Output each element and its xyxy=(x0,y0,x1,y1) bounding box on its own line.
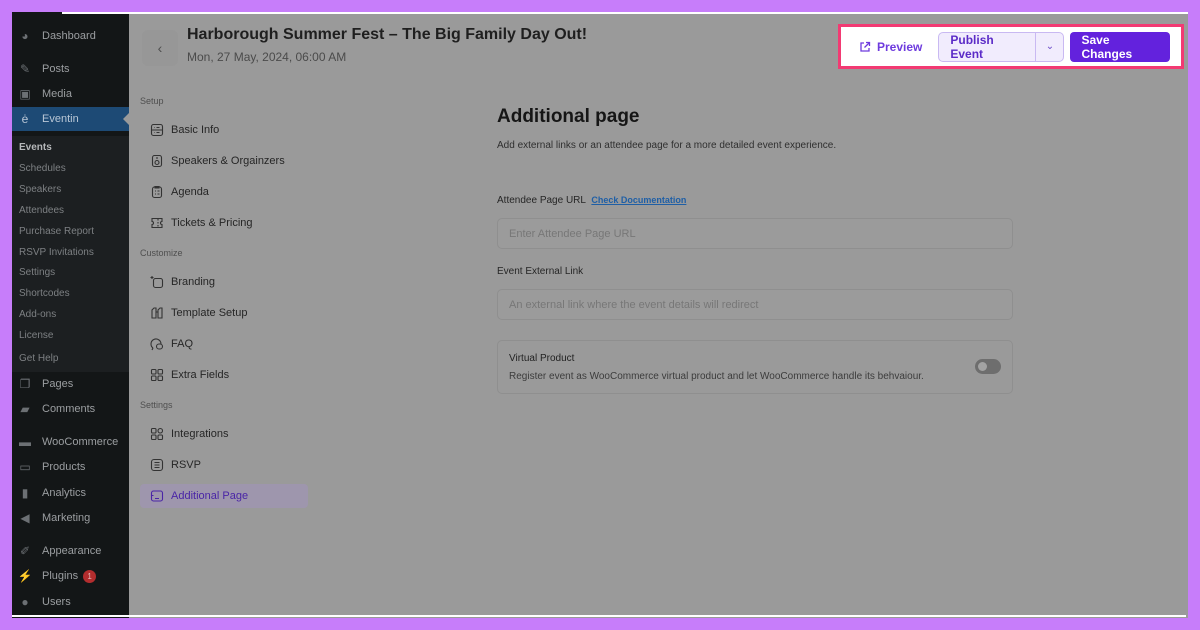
nav-item-agenda[interactable]: Agenda xyxy=(140,180,308,204)
integrations-icon xyxy=(150,427,164,441)
frame-border-bottom xyxy=(12,615,1186,617)
virtual-product-toggle[interactable] xyxy=(975,359,1001,374)
nav-section-settings: Settings xyxy=(140,400,173,410)
virtual-product-title: Virtual Product xyxy=(509,353,575,364)
attendee-page-url-label: Attendee Page URL Check Documentation xyxy=(497,195,687,206)
virtual-product-card: Virtual Product Register event as WooCom… xyxy=(497,340,1013,394)
save-changes-button[interactable]: Save Changes xyxy=(1070,31,1170,62)
chevron-down-icon: ⌄ xyxy=(1045,41,1055,52)
wp-submenu-schedules[interactable]: Schedules xyxy=(12,157,129,179)
nav-item-faq[interactable]: FAQ xyxy=(140,332,308,356)
grid-icon xyxy=(150,368,164,382)
nav-item-rsvp[interactable]: RSVP xyxy=(140,453,308,477)
wp-submenu-settings[interactable]: Settings xyxy=(12,261,129,283)
wp-submenu-rsvp-invitations[interactable]: RSVP Invitations xyxy=(12,241,129,263)
external-link-icon xyxy=(860,41,871,52)
plug-icon: ⚡ xyxy=(17,569,33,583)
action-bar: Preview Publish Event ⌄ Save Changes xyxy=(838,24,1184,69)
preview-button[interactable]: Preview xyxy=(859,40,922,54)
media-icon: ▣ xyxy=(19,87,31,101)
wp-submenu-purchase-report[interactable]: Purchase Report xyxy=(12,220,129,242)
nav-item-basic-info[interactable]: Basic Info xyxy=(140,118,308,142)
wp-submenu-speakers[interactable]: Speakers xyxy=(12,178,129,200)
nav-item-additional-page[interactable]: Additional Page xyxy=(140,484,308,508)
template-icon xyxy=(151,307,163,319)
update-count-badge: 1 xyxy=(83,569,97,583)
nav-item-tickets-pricing[interactable]: Tickets & Pricing xyxy=(140,211,308,235)
wp-menu-pages[interactable]: ❐ Pages xyxy=(12,372,129,396)
pages-icon: ❐ xyxy=(19,377,31,391)
chart-bar-icon: ▮ xyxy=(21,486,29,500)
wp-menu-eventin[interactable]: ė Eventin xyxy=(12,107,129,131)
wp-submenu-shortcodes[interactable]: Shortcodes xyxy=(12,282,129,304)
clipboard-icon xyxy=(151,185,163,199)
wp-submenu-add-ons[interactable]: Add-ons xyxy=(12,303,129,325)
wp-submenu-license[interactable]: License xyxy=(12,324,129,346)
chevron-left-icon: ‹ xyxy=(157,40,163,56)
wp-menu-dashboard[interactable]: ◕ Dashboard xyxy=(12,24,129,48)
megaphone-icon: ◀ xyxy=(20,511,30,525)
woo-icon: ▬ xyxy=(19,435,31,449)
wp-menu-media[interactable]: ▣ Media xyxy=(12,82,129,106)
faq-chat-icon xyxy=(150,338,164,351)
frame-border-top xyxy=(62,12,1188,14)
event-date: Mon, 27 May, 2024, 06:00 AM xyxy=(187,50,347,64)
wp-menu-products[interactable]: ▭ Products xyxy=(12,455,129,479)
page-title: Additional page xyxy=(497,106,640,127)
nav-item-speakers-organizers[interactable]: Speakers & Orgainzers xyxy=(140,149,308,173)
brush-icon: ✐ xyxy=(19,544,31,558)
wp-menu-woocommerce[interactable]: ▬ WooCommerce xyxy=(12,430,129,454)
list-icon xyxy=(150,458,164,472)
screen-frame: ◕ Dashboard ✎ Posts ▣ Media ė Eventin Ev… xyxy=(12,12,1188,618)
wp-menu-comments[interactable]: ▰ Comments xyxy=(12,397,129,421)
page-icon xyxy=(150,490,164,502)
nav-item-extra-fields[interactable]: Extra Fields xyxy=(140,363,308,387)
publish-options-dropdown[interactable]: ⌄ xyxy=(1036,33,1063,61)
wp-submenu-events[interactable]: Events xyxy=(12,136,129,158)
wp-admin-sidebar: ◕ Dashboard ✎ Posts ▣ Media ė Eventin Ev… xyxy=(12,12,129,618)
wp-menu-plugins[interactable]: ⚡ Plugins 1 xyxy=(12,564,129,588)
eventin-icon: ė xyxy=(21,112,29,126)
ticket-icon xyxy=(151,217,163,229)
nav-item-branding[interactable]: Branding xyxy=(140,270,308,294)
check-documentation-link[interactable]: Check Documentation xyxy=(591,195,686,205)
nav-item-integrations[interactable]: Integrations xyxy=(140,422,308,446)
nav-item-template-setup[interactable]: Template Setup xyxy=(140,301,308,325)
nav-section-setup: Setup xyxy=(140,96,164,106)
archive-icon: ▭ xyxy=(19,460,31,474)
event-external-link-label: Event External Link xyxy=(497,266,584,277)
pin-icon: ✎ xyxy=(19,62,31,76)
wp-menu-marketing[interactable]: ◀ Marketing xyxy=(12,506,129,530)
wp-menu-posts[interactable]: ✎ Posts xyxy=(12,57,129,81)
nav-section-customize: Customize xyxy=(140,248,183,258)
publish-event-button[interactable]: Publish Event xyxy=(939,32,1037,61)
speaker-icon xyxy=(151,154,163,168)
dashboard-icon: ◕ xyxy=(21,29,29,43)
event-title: Harborough Summer Fest – The Big Family … xyxy=(187,26,588,43)
form-icon xyxy=(150,123,164,137)
comment-icon: ▰ xyxy=(20,402,30,416)
virtual-product-description: Register event as WooCommerce virtual pr… xyxy=(509,371,924,382)
publish-split-button: Publish Event ⌄ xyxy=(938,31,1065,62)
branding-icon xyxy=(150,276,164,289)
wp-menu-users[interactable]: ● Users xyxy=(12,590,129,614)
user-icon: ● xyxy=(21,595,29,609)
back-button[interactable]: ‹ xyxy=(142,30,178,66)
wp-menu-analytics[interactable]: ▮ Analytics xyxy=(12,481,129,505)
wp-submenu-get-help[interactable]: Get Help xyxy=(12,344,129,372)
page-description: Add external links or an attendee page f… xyxy=(497,140,837,151)
event-external-link-input[interactable] xyxy=(497,289,1013,320)
attendee-page-url-input[interactable] xyxy=(497,218,1013,249)
wp-menu-appearance[interactable]: ✐ Appearance xyxy=(12,539,129,563)
wp-submenu-attendees[interactable]: Attendees xyxy=(12,199,129,221)
